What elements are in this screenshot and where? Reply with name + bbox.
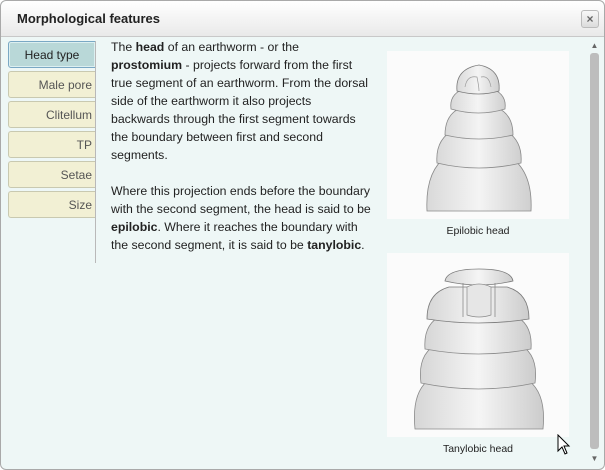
term-tanylobic: tanylobic xyxy=(307,238,362,252)
text: of an earthworm - or the xyxy=(164,40,299,54)
scroll-thumb[interactable] xyxy=(590,53,599,449)
text: Where this projection ends before the bo… xyxy=(111,184,371,216)
scroll-down-icon[interactable]: ▼ xyxy=(588,453,601,464)
vertical-scrollbar[interactable]: ▲ ▼ xyxy=(588,40,601,464)
paragraph-lobe-types: Where this projection ends before the bo… xyxy=(111,182,371,254)
term-epilobic: epilobic xyxy=(111,220,158,234)
figure-caption: Epilobic head xyxy=(446,225,510,237)
mouse-cursor-icon xyxy=(557,434,571,455)
dialog-title: Morphological features xyxy=(17,11,161,26)
paragraph-prostomium: The head of an earthworm - or the prosto… xyxy=(111,38,371,164)
close-icon[interactable]: × xyxy=(581,10,599,28)
tab-divider xyxy=(95,41,96,263)
term-prostomium: prostomium xyxy=(111,58,183,72)
epilobic-head-illustration xyxy=(387,51,569,219)
text: - projects forward from the first true s… xyxy=(111,58,368,162)
tab-male-pore[interactable]: Male pore xyxy=(8,71,95,98)
figure-caption: Tanylobic head xyxy=(442,443,514,455)
head-type-description: The head of an earthworm - or the prosto… xyxy=(111,38,371,272)
figure-tanylobic: Tanylobic head xyxy=(387,253,569,455)
text: The xyxy=(111,40,136,54)
feature-tabs: Head type Male pore Clitellum TP Setae S… xyxy=(8,41,96,221)
tab-head-type[interactable]: Head type xyxy=(8,41,96,68)
tab-setae[interactable]: Setae xyxy=(8,161,95,188)
scroll-up-icon[interactable]: ▲ xyxy=(588,40,601,51)
tab-clitellum[interactable]: Clitellum xyxy=(8,101,95,128)
figure-epilobic: Epilobic head xyxy=(387,51,569,237)
text: . xyxy=(361,238,365,252)
term-head: head xyxy=(135,40,165,54)
tab-size[interactable]: Size xyxy=(8,191,95,218)
tanylobic-head-illustration xyxy=(387,253,569,437)
tab-tp[interactable]: TP xyxy=(8,131,95,158)
morphological-features-dialog: Morphological features × Head type Male … xyxy=(0,0,605,470)
dialog-titlebar[interactable]: Morphological features × xyxy=(1,1,604,37)
